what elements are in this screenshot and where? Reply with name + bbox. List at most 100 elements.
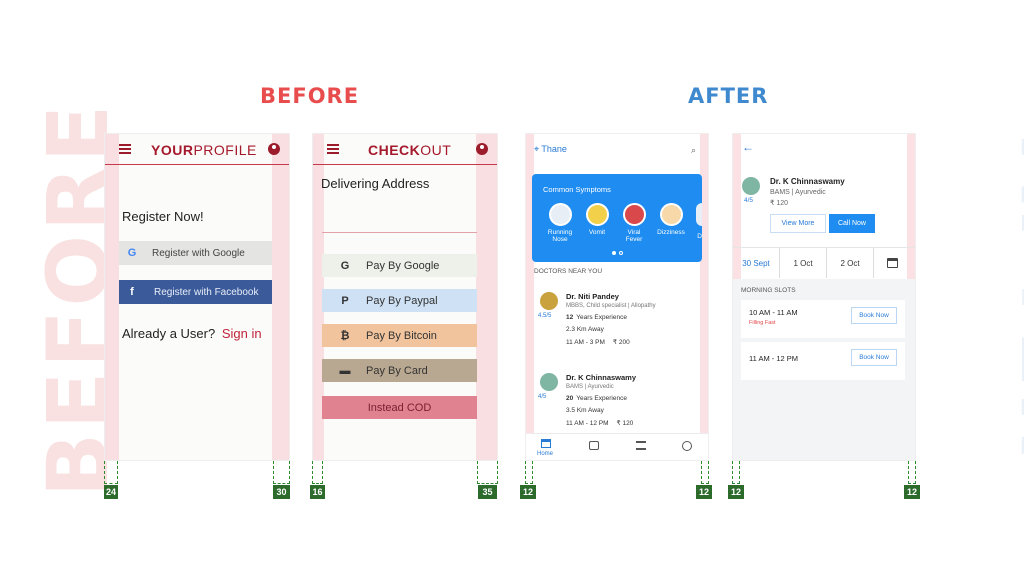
right-margin-guide bbox=[272, 134, 289, 460]
doctor-card[interactable]: 4.5/5 Dr. Niti Pandey MBBS, Child speciali… bbox=[534, 284, 696, 354]
symptom-label-line: Running bbox=[547, 229, 573, 236]
register-google-label: Register with Google bbox=[152, 247, 245, 259]
symptom-item[interactable]: Viral Fever bbox=[618, 203, 650, 243]
doctor-card[interactable]: 4/5 Dr. K Chinnaswamy BAMS | Ayurvedic 20 Ye… bbox=[534, 365, 696, 435]
slot-time: 11 AM - 12 PM bbox=[749, 354, 799, 363]
date-option[interactable]: 1 Oct bbox=[780, 248, 827, 278]
detail-left-guide-marker bbox=[732, 461, 740, 484]
symptom-item[interactable]: Dizziness bbox=[655, 203, 687, 236]
paypal-icon: P bbox=[341, 294, 349, 307]
register-facebook-button[interactable]: f Register with Facebook bbox=[119, 280, 272, 304]
profile-top-bar: YOURPROFILE bbox=[105, 134, 289, 165]
symptom-label: Dizziness bbox=[655, 229, 687, 236]
payment-option[interactable]: P Pay By Paypal bbox=[322, 289, 477, 312]
right-margin-guide bbox=[476, 134, 497, 460]
location-label: Thane bbox=[541, 144, 567, 154]
symptom-label-line: Viral bbox=[627, 229, 641, 236]
symptom-icon bbox=[548, 203, 572, 226]
book-now-button[interactable]: Book Now bbox=[851, 349, 897, 366]
carousel-dot[interactable] bbox=[619, 251, 623, 255]
after-heading: AFTER bbox=[688, 84, 769, 108]
back-arrow-icon[interactable]: ← bbox=[742, 140, 754, 154]
payment-option-label: Pay By Card bbox=[366, 364, 428, 377]
date-option[interactable]: 30 Sept bbox=[733, 248, 780, 278]
symptom-icon bbox=[659, 203, 683, 226]
profile-icon[interactable] bbox=[682, 441, 692, 451]
user-icon[interactable] bbox=[268, 143, 280, 155]
search-icon[interactable]: ⌕ bbox=[691, 145, 696, 156]
delivering-address-title: Delivering Address bbox=[321, 176, 430, 191]
doctor-avatar bbox=[742, 177, 760, 195]
google-icon: G bbox=[127, 247, 137, 259]
user-icon[interactable] bbox=[476, 143, 488, 155]
payment-option[interactable]: G Pay By Google bbox=[322, 254, 477, 277]
payment-option-label: Pay By Paypal bbox=[366, 294, 438, 307]
doctor-specialty: BAMS | Ayurvedic bbox=[770, 189, 826, 196]
doctor-experience: 12 Years Experience bbox=[566, 314, 627, 321]
register-google-button[interactable]: G Register with Google bbox=[119, 241, 272, 265]
payment-option-label: Instead COD bbox=[367, 401, 432, 414]
view-more-button[interactable]: View More bbox=[770, 214, 826, 233]
doctor-avatar bbox=[540, 373, 558, 391]
location-selector[interactable]: ⌖ Thane bbox=[534, 144, 567, 155]
slot-card: 11 AM - 12 PM Book Now bbox=[741, 342, 905, 380]
calendar-button[interactable] bbox=[875, 248, 909, 278]
symptom-label: Running Nose bbox=[544, 229, 576, 243]
detail-left-margin-badge: 12 bbox=[728, 485, 744, 499]
doctors-near-title: DOCTORS NEAR YOU bbox=[534, 268, 603, 275]
symptom-item[interactable]: Vomit bbox=[581, 203, 613, 236]
slots-title: MORNING SLOTS bbox=[741, 287, 796, 294]
carousel-dot-active[interactable] bbox=[612, 251, 616, 255]
payment-option[interactable]: ▬ Pay By Card bbox=[322, 359, 477, 382]
register-facebook-label: Register with Facebook bbox=[154, 286, 259, 298]
google-icon: G bbox=[340, 259, 350, 272]
detail-right-margin-badge: 12 bbox=[904, 485, 920, 499]
doctor-specialty: BAMS | Ayurvedic bbox=[566, 384, 614, 390]
tasks-icon[interactable] bbox=[636, 441, 646, 450]
symptom-icon bbox=[585, 203, 609, 226]
profile-right-guide-marker bbox=[273, 461, 290, 484]
symptom-label-line: Fever bbox=[625, 236, 643, 244]
home-left-margin-badge: 12 bbox=[520, 485, 536, 499]
left-margin-guide bbox=[105, 134, 119, 460]
profile-brand: YOURPROFILE bbox=[151, 142, 257, 158]
location-pin-icon: ⌖ bbox=[534, 144, 540, 154]
bottom-nav: Home bbox=[526, 433, 708, 460]
doctor-name: Dr. K Chinnaswamy bbox=[566, 373, 637, 382]
comparison-canvas: BEFORE AFTER BEFORE AFTER YOURPROFILE Re… bbox=[0, 0, 1024, 582]
doctor-rating: 4/5 bbox=[744, 197, 754, 204]
payment-option[interactable]: Instead COD bbox=[322, 396, 477, 419]
inbox-icon[interactable] bbox=[589, 441, 599, 450]
profile-left-margin-badge: 24 bbox=[104, 485, 118, 499]
book-now-button[interactable]: Book Now bbox=[851, 307, 897, 324]
doctor-timing: 11 AM - 3 PM ₹ 200 bbox=[566, 338, 630, 346]
doctor-fee: ₹ 200 bbox=[612, 339, 630, 346]
doctor-fee: ₹ 120 bbox=[770, 200, 789, 207]
checkout-left-margin-badge: 16 bbox=[310, 485, 325, 499]
slot-card: 10 AM - 11 AM Filling Fast Book Now bbox=[741, 300, 905, 338]
menu-icon[interactable] bbox=[327, 144, 339, 154]
doctor-hours: 11 AM - 12 PM bbox=[566, 420, 609, 427]
payment-option-label: Pay By Bitcoin bbox=[366, 329, 437, 342]
bitcoin-icon: ₿ bbox=[340, 329, 350, 342]
doctor-rating: 4.5/5 bbox=[538, 313, 552, 319]
experience-text: Years Experience bbox=[576, 314, 627, 321]
menu-icon[interactable] bbox=[119, 144, 131, 154]
profile-right-margin-badge: 30 bbox=[273, 485, 290, 499]
symptom-partial-label: D bbox=[697, 233, 702, 240]
profile-screen: YOURPROFILE Register Now! G Register wit… bbox=[104, 133, 290, 461]
call-now-button[interactable]: Call Now bbox=[829, 214, 875, 233]
profile-left-guide-marker bbox=[104, 461, 118, 484]
home-nav-label: Home bbox=[537, 451, 554, 457]
calendar-icon bbox=[886, 258, 898, 268]
home-right-margin-badge: 12 bbox=[696, 485, 712, 499]
checkout-right-guide-marker bbox=[477, 461, 498, 484]
symptom-label-line: Vomit bbox=[588, 229, 606, 236]
payment-option[interactable]: ₿ Pay By Bitcoin bbox=[322, 324, 477, 347]
symptoms-title: Common Symptoms bbox=[543, 185, 611, 194]
date-option[interactable]: 2 Oct bbox=[827, 248, 874, 278]
symptom-item[interactable]: Running Nose bbox=[544, 203, 576, 243]
checkout-right-margin-badge: 35 bbox=[478, 485, 497, 499]
sign-in-link[interactable]: Sign in bbox=[222, 326, 262, 341]
home-icon[interactable] bbox=[541, 439, 551, 448]
